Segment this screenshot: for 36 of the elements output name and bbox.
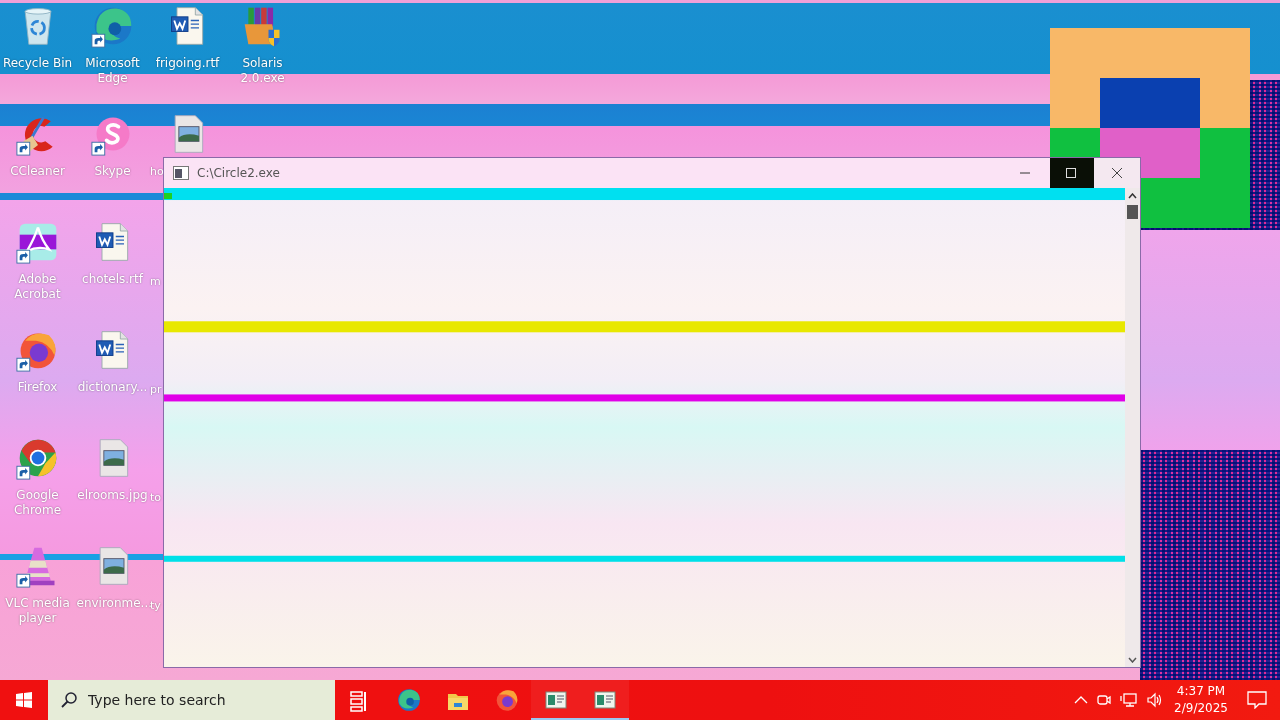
icon-label[interactable]: Recycle Bin: [1, 56, 74, 71]
icon-label[interactable]: Skype: [76, 164, 149, 179]
icon-label[interactable]: pr: [150, 382, 162, 397]
app-window-icon: [592, 688, 617, 712]
icon-label[interactable]: Google Chrome: [1, 488, 74, 518]
maximize-icon: [1066, 168, 1076, 178]
icon-label[interactable]: ho: [150, 164, 164, 179]
chevron-down-icon: [1128, 656, 1137, 663]
icon-label[interactable]: VLC media player: [1, 596, 74, 626]
icon-label[interactable]: chotels.rtf: [76, 272, 149, 287]
icon-label[interactable]: environme...: [76, 596, 149, 611]
search-icon: [60, 691, 78, 709]
window-title: C:\Circle2.exe: [197, 166, 281, 180]
icon-label[interactable]: Firefox: [1, 380, 74, 395]
taskbar-button[interactable]: [531, 680, 580, 720]
windows-logo-icon: [16, 692, 32, 708]
taskbar-button[interactable]: [580, 680, 629, 720]
chevron-up-icon: [1128, 192, 1137, 199]
icon-label[interactable]: ty: [150, 598, 161, 613]
scroll-thumb[interactable]: [1127, 205, 1138, 219]
icon-label[interactable]: Microsoft Edge: [76, 56, 149, 86]
scrollbar[interactable]: [1125, 188, 1140, 667]
icon-label[interactable]: elrooms.jpg: [76, 488, 149, 503]
edge-icon: [395, 687, 422, 713]
icon-label[interactable]: m: [150, 274, 161, 289]
close-icon: [1112, 168, 1122, 178]
clock[interactable]: 4:37 PM 2/9/2025: [1168, 680, 1234, 720]
icon-label[interactable]: to: [150, 490, 162, 505]
app-icon: [173, 166, 189, 180]
icon-label[interactable]: frigoing.rtf: [151, 56, 224, 71]
icon-label[interactable]: Adobe Acrobat: [1, 272, 74, 302]
search-field[interactable]: Type here to search: [48, 680, 335, 720]
icon-label[interactable]: Solaris 2.0.exe: [226, 56, 299, 86]
app-window-icon: [543, 688, 568, 712]
icon-label[interactable]: CCleaner: [1, 164, 74, 179]
icon-label[interactable]: dictionary...: [76, 380, 149, 395]
